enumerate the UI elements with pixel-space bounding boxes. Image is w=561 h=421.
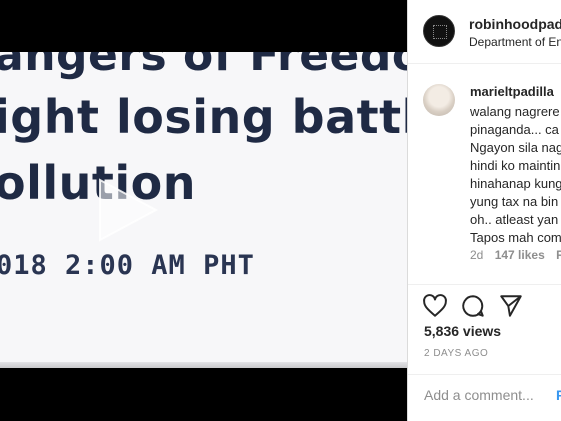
avatar[interactable] [423, 15, 455, 47]
post-panel: robinhoodpadil Department of En marieltp… [407, 0, 561, 421]
post-header: robinhoodpadil Department of En [408, 0, 561, 64]
comment-reply-button[interactable]: R [556, 248, 561, 262]
post-actions: 5,836 views 2 DAYS AGO [408, 284, 561, 374]
comment-age: 2d [470, 248, 484, 262]
share-icon[interactable] [498, 293, 524, 319]
post-comment-button[interactable]: P [556, 387, 561, 403]
post-timestamp: 2 DAYS AGO [424, 348, 489, 359]
video-headline-line1: angers of Freedom [0, 52, 407, 81]
comment-text-line: pinaganda... ca [470, 122, 559, 137]
comment-input[interactable] [424, 387, 548, 403]
post-username[interactable]: robinhoodpadil [469, 16, 561, 32]
post-location[interactable]: Department of En [469, 35, 561, 49]
video-timestamp-text: 018 2:00 AM PHT [0, 250, 255, 281]
add-comment-bar: P [408, 374, 561, 421]
comment-likes[interactable]: 147 likes [495, 248, 545, 262]
video-bottom-strip [0, 362, 407, 368]
comment-item: marieltpadilla walang nagrere pinaganda.… [408, 64, 561, 284]
comment-icon[interactable] [460, 293, 486, 319]
comment-meta: 2d 147 likes R [470, 248, 561, 262]
media-area: angers of Freedom ight losing battle vs … [0, 0, 407, 421]
comment-text-line: hinahanap kung [470, 176, 561, 191]
play-icon[interactable] [92, 176, 162, 246]
views-count[interactable]: 5,836 views [424, 323, 501, 339]
comment-text-line: Tapos mah com [470, 230, 561, 245]
comment-text-line: Ngayon sila nag [470, 140, 561, 155]
heart-icon[interactable] [422, 293, 448, 319]
comment-avatar[interactable] [423, 84, 455, 116]
comment-text-line: hindi ko maintin [470, 158, 561, 173]
video-headline-line2: ight losing battle vs [0, 90, 407, 144]
comment-text-line: walang nagrere [470, 104, 560, 119]
comment-username[interactable]: marieltpadilla [470, 84, 554, 99]
comment-text-line: oh.. atleast yan [470, 212, 559, 227]
comment-text-line: yung tax na bin [470, 194, 559, 209]
video-player[interactable]: angers of Freedom ight losing battle vs … [0, 52, 407, 368]
